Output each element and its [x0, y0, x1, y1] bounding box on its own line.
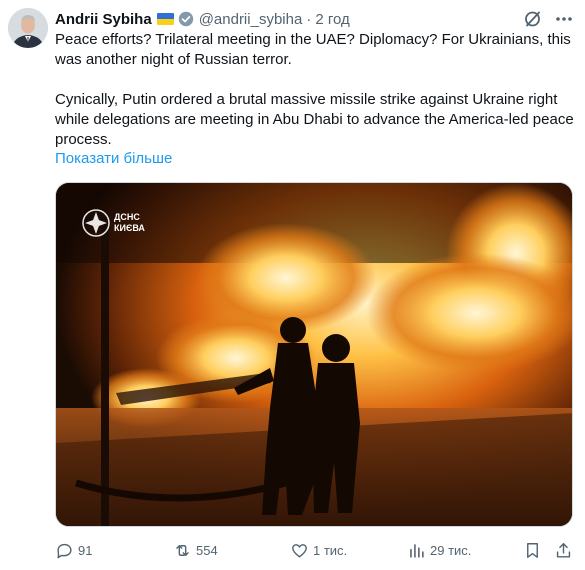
verified-badge-icon[interactable] [178, 11, 194, 27]
grok-icon[interactable] [523, 9, 543, 29]
post-header: Andrii Sybiha @andrii_sybiha · 2 год [55, 9, 575, 29]
show-more-link[interactable]: Показати більше [55, 150, 172, 167]
avatar[interactable] [8, 8, 48, 48]
heart-icon [292, 543, 307, 558]
post-text: Peace efforts? Trilateral meeting in the… [55, 30, 580, 150]
action-bar: 91 554 1 тис. 29 тис. [55, 538, 577, 562]
post-time[interactable]: 2 год [315, 11, 349, 28]
watermark-line-2: КИЄВА [114, 223, 145, 233]
bookmark-icon [527, 542, 538, 558]
like-count: 1 тис. [313, 542, 348, 558]
views-count: 29 тис. [430, 542, 472, 558]
post-paragraph-1: Peace efforts? Trilateral meeting in the… [55, 31, 571, 68]
ukraine-flag-icon [156, 13, 174, 25]
repost-button[interactable]: 554 [173, 538, 218, 562]
author-name[interactable]: Andrii Sybiha [55, 11, 152, 28]
repost-count: 554 [196, 542, 218, 558]
bookmark-button[interactable] [523, 538, 546, 562]
author-handle[interactable]: @andrii_sybiha [199, 11, 303, 28]
share-icon [556, 542, 571, 558]
like-button[interactable]: 1 тис. [290, 538, 347, 562]
separator-dot: · [306, 10, 312, 28]
repost-icon [176, 544, 189, 556]
reply-count: 91 [78, 542, 93, 558]
watermark-line-1: ДСНС [114, 212, 140, 222]
views-button[interactable]: 29 тис. [407, 538, 471, 562]
post-image[interactable]: ДСНС КИЄВА [55, 182, 573, 527]
reply-icon [57, 543, 72, 558]
views-icon [410, 543, 424, 558]
reply-button[interactable]: 91 [55, 538, 92, 562]
share-button[interactable] [554, 538, 577, 562]
more-icon[interactable] [553, 9, 575, 29]
dsns-logo-icon [82, 209, 110, 237]
post-paragraph-2: Cynically, Putin ordered a brutal massiv… [55, 91, 574, 148]
